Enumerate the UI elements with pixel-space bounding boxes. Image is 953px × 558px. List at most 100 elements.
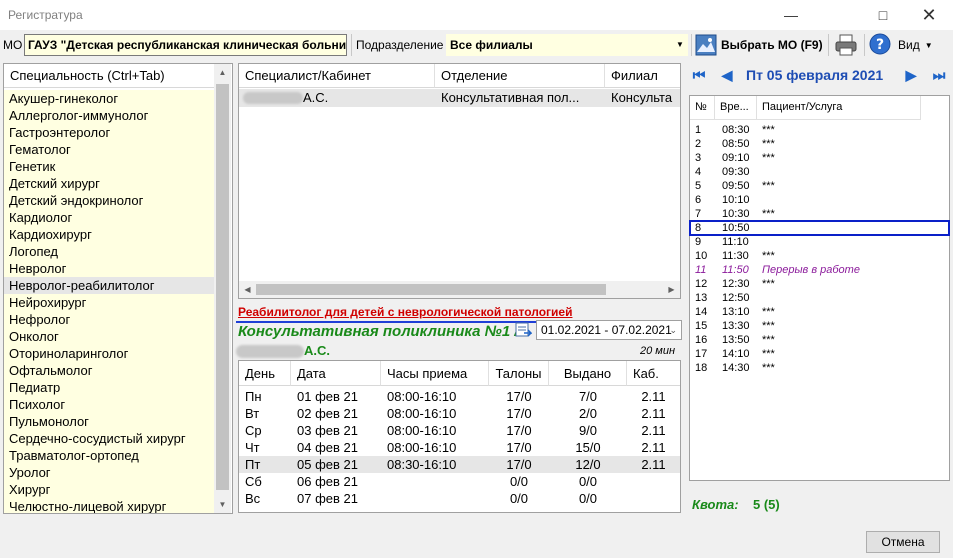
specialty-item[interactable]: Гематолог xyxy=(4,141,214,158)
last-day-icon[interactable]: ⏭ xyxy=(931,66,947,84)
minimize-icon[interactable]: — xyxy=(768,0,814,30)
slot-time: 11:30 xyxy=(722,250,749,262)
table-row[interactable]: Ср 03 фев 21 08:00-16:10 17/0 9/0 2.11 xyxy=(239,422,680,439)
schedule-slot[interactable]: 12 12:30 *** xyxy=(690,277,949,291)
specialty-item[interactable]: Уролог xyxy=(4,464,214,481)
scroll-left-icon[interactable]: ◀ xyxy=(239,281,256,298)
specialty-item[interactable]: Травматолог-ортопед xyxy=(4,447,214,464)
first-day-icon[interactable]: ⏮ xyxy=(691,66,707,84)
schedule-slot[interactable]: 6 10:10 xyxy=(690,193,949,207)
specialty-item[interactable]: Оториноларинголог xyxy=(4,345,214,362)
schedule-slot[interactable]: 8 10:50 xyxy=(689,220,950,236)
schedule-slot[interactable]: 5 09:50 *** xyxy=(690,179,949,193)
specialty-item[interactable]: Челюстно-лицевой хирург xyxy=(4,498,214,513)
specialty-item[interactable]: Психолог xyxy=(4,396,214,413)
specialty-item[interactable]: Пульмонолог xyxy=(4,413,214,430)
chevron-down-icon[interactable]: ▼ xyxy=(676,40,684,49)
schedule-slot[interactable]: 10 11:30 *** xyxy=(690,249,949,263)
close-icon[interactable]: ✕ xyxy=(906,0,952,30)
table-row[interactable]: Пт 05 фев 21 08:30-16:10 17/0 12/0 2.11 xyxy=(239,456,680,473)
column-header[interactable]: Отделение xyxy=(435,64,605,88)
view-menu[interactable]: Вид ▼ xyxy=(898,38,933,52)
cell-date: 01 фев 21 xyxy=(297,389,358,404)
specialty-item[interactable]: Кардиолог xyxy=(4,209,214,226)
specialty-item[interactable]: Гастроэнтеролог xyxy=(4,124,214,141)
horizontal-scrollbar[interactable]: ◀ ▶ xyxy=(239,281,680,298)
specialty-item[interactable]: Невролог xyxy=(4,260,214,277)
specialty-item[interactable]: Офтальмолог xyxy=(4,362,214,379)
slot-patient: *** xyxy=(762,362,775,374)
specialty-list[interactable]: Специальность (Ctrl+Tab) Акушер-гинеколо… xyxy=(3,63,233,514)
specialty-item[interactable]: Сердечно-сосудистый хирург xyxy=(4,430,214,447)
specialty-scrollbar[interactable]: ▲ ▼ xyxy=(214,64,231,513)
specialty-item[interactable]: Детский хирург xyxy=(4,175,214,192)
slot-patient: *** xyxy=(762,278,775,290)
specialty-item[interactable]: Генетик xyxy=(4,158,214,175)
column-header[interactable]: Выдано xyxy=(549,361,627,386)
column-header[interactable]: Дата xyxy=(291,361,381,386)
cell-day: Пт xyxy=(245,457,261,472)
specialists-grid[interactable]: Специалист/Кабинет Отделение Филиал А.С.… xyxy=(238,63,681,299)
day-schedule-grid[interactable]: № Вре... Пациент/Услуга 1 08:30 *** 2 08:50 *… xyxy=(689,95,950,481)
cancel-button[interactable]: Отмена xyxy=(866,531,940,553)
column-header[interactable]: Талоны xyxy=(489,361,549,386)
column-header[interactable]: Филиал xyxy=(605,64,680,88)
table-row[interactable]: Вт 02 фев 21 08:00-16:10 17/0 2/0 2.11 xyxy=(239,405,680,422)
date-range-select[interactable]: 01.02.2021 - 07.02.2021 ⌄ xyxy=(536,320,682,340)
specialty-item[interactable]: Нейрохирург xyxy=(4,294,214,311)
specialty-item[interactable]: Онколог xyxy=(4,328,214,345)
prev-day-icon[interactable]: ◀ xyxy=(719,66,735,84)
help-button[interactable]: ? xyxy=(869,33,893,57)
column-header[interactable]: Пациент/Услуга xyxy=(757,96,921,120)
column-header[interactable]: Специалист/Кабинет xyxy=(239,64,435,88)
print-button[interactable] xyxy=(834,33,860,57)
week-schedule-grid[interactable]: День Дата Часы приема Талоны Выдано Каб.… xyxy=(238,360,681,513)
table-row[interactable]: Сб 06 фев 21 0/0 0/0 xyxy=(239,473,680,490)
scroll-thumb[interactable] xyxy=(256,284,606,295)
column-header[interactable]: Каб. xyxy=(627,361,680,386)
schedule-slot[interactable]: 14 13:10 *** xyxy=(690,305,949,319)
schedule-slot[interactable]: 4 09:30 xyxy=(690,165,949,179)
specialty-item[interactable]: Детский эндокринолог xyxy=(4,192,214,209)
specialty-item[interactable]: Нефролог xyxy=(4,311,214,328)
next-day-icon[interactable]: ▶ xyxy=(903,66,919,84)
table-row[interactable]: Пн 01 фев 21 08:00-16:10 17/0 7/0 2.11 xyxy=(239,388,680,405)
scroll-down-icon[interactable]: ▼ xyxy=(214,496,231,513)
specialty-item[interactable]: Аллерголог-иммунолог xyxy=(4,107,214,124)
column-header[interactable]: Часы приема xyxy=(381,361,489,386)
schedule-slot[interactable]: 11 11:50 Перерыв в работе xyxy=(690,263,949,277)
specialty-item[interactable]: Кардиохирург xyxy=(4,226,214,243)
schedule-slot[interactable]: 15 13:30 *** xyxy=(690,319,949,333)
specialty-item[interactable]: Невролог-реабилитолог xyxy=(4,277,214,294)
schedule-slot[interactable]: 1 08:30 *** xyxy=(690,123,949,137)
table-row[interactable]: Вс 07 фев 21 0/0 0/0 xyxy=(239,490,680,507)
scroll-right-icon[interactable]: ▶ xyxy=(663,281,680,298)
calendar-button[interactable] xyxy=(514,321,533,339)
specialty-item[interactable]: Хирург xyxy=(4,481,214,498)
specialty-item[interactable]: Логопед xyxy=(4,243,214,260)
column-header[interactable]: № xyxy=(690,96,715,120)
slot-time: 11:50 xyxy=(722,264,749,276)
scroll-thumb[interactable] xyxy=(216,84,229,490)
column-header[interactable]: День xyxy=(239,361,291,386)
podrazdelenie-select[interactable]: Все филиалы xyxy=(446,34,688,56)
specialty-description-link[interactable]: Реабилитолог для детей с неврологической… xyxy=(238,305,572,319)
schedule-slot[interactable]: 7 10:30 *** xyxy=(690,207,949,221)
specialty-item[interactable]: Акушер-гинеколог xyxy=(4,90,214,107)
choose-mo-button[interactable]: Выбрать МО (F9) xyxy=(695,33,823,57)
column-header[interactable]: Вре... xyxy=(715,96,757,120)
scroll-up-icon[interactable]: ▲ xyxy=(214,64,231,81)
schedule-slot[interactable]: 16 13:50 *** xyxy=(690,333,949,347)
schedule-slot[interactable]: 9 11:10 xyxy=(690,235,949,249)
mo-field[interactable]: ГАУЗ "Детская республиканская клиническа… xyxy=(24,34,347,56)
schedule-slot[interactable]: 3 09:10 *** xyxy=(690,151,949,165)
schedule-slot[interactable]: 2 08:50 *** xyxy=(690,137,949,151)
schedule-slot[interactable]: 13 12:50 xyxy=(690,291,949,305)
specialty-item[interactable]: Педиатр xyxy=(4,379,214,396)
table-row[interactable]: А.С. Консультативная пол... Консульта xyxy=(239,89,680,107)
maximize-icon[interactable]: □ xyxy=(860,0,906,30)
schedule-slot[interactable]: 17 14:10 *** xyxy=(690,347,949,361)
schedule-slot[interactable]: 18 14:30 *** xyxy=(690,361,949,375)
cell-date: 05 фев 21 xyxy=(297,457,358,472)
table-row[interactable]: Чт 04 фев 21 08:00-16:10 17/0 15/0 2.11 xyxy=(239,439,680,456)
